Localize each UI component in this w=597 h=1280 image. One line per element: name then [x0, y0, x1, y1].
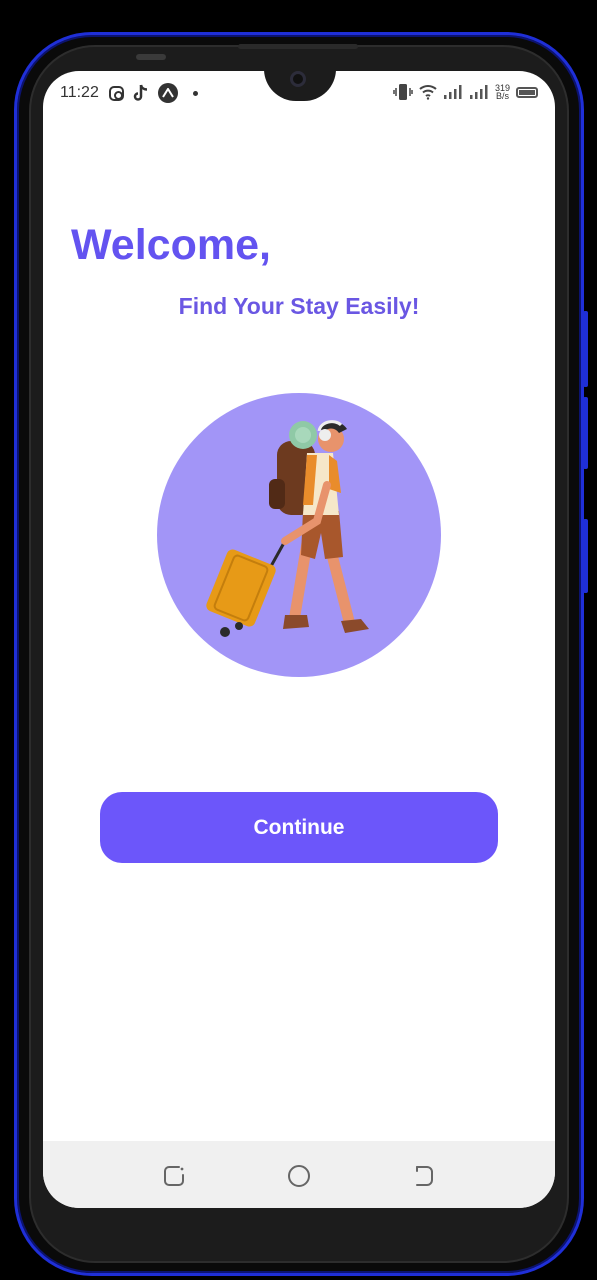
network-speed-unit: B/s [495, 91, 509, 101]
dot-icon [193, 90, 198, 96]
battery-icon [516, 86, 538, 98]
wifi-icon [419, 85, 437, 100]
network-speed: 319 B/s [495, 84, 510, 101]
welcome-title: Welcome, [71, 221, 271, 269]
tiktok-icon [133, 84, 148, 101]
home-icon[interactable] [286, 1163, 312, 1189]
status-icons-right: 319 B/s [393, 83, 538, 101]
navigation-bar [43, 1141, 555, 1208]
signal-icon [443, 85, 462, 99]
status-time: 11:22 [60, 84, 99, 101]
continue-button[interactable]: Continue [100, 792, 498, 863]
front-camera [290, 71, 306, 87]
instagram-icon [109, 85, 124, 101]
earpiece-speaker [136, 54, 166, 60]
signal-icon [469, 85, 488, 99]
side-button [583, 311, 588, 387]
screen: 11:22 319 B/s Welcome, Find Your Stay Ea… [43, 71, 555, 1208]
welcome-subtitle: Find Your Stay Easily! [43, 293, 555, 320]
vibrate-icon [393, 84, 413, 100]
side-button [583, 397, 588, 469]
top-slot [238, 44, 358, 49]
traveler-illustration [157, 393, 441, 677]
status-icons-left [109, 83, 198, 103]
welcome-subtitle-text: Find Your Stay Easily! [178, 293, 420, 319]
recents-icon[interactable] [161, 1163, 187, 1189]
side-button [583, 519, 588, 593]
back-icon[interactable] [411, 1163, 437, 1189]
circle-a-icon [158, 83, 178, 103]
